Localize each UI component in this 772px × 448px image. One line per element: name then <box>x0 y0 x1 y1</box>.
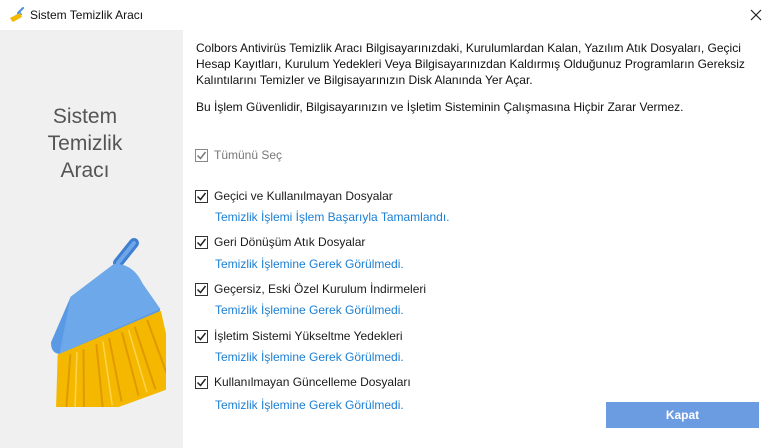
checkbox-label: Geri Dönüşüm Atık Dosyalar <box>214 235 366 249</box>
close-button[interactable]: Kapat <box>606 402 759 428</box>
main-content: Colbors Antivirüs Temizlik Aracı Bilgisa… <box>183 30 772 448</box>
status-text: Temizlik İşlemi İşlem Başarıyla Tamamlan… <box>215 210 450 224</box>
checkmark-icon <box>196 192 207 201</box>
safety-note: Bu İşlem Güvenlidir, Bilgisayarınızın ve… <box>196 100 684 114</box>
checkbox-box[interactable] <box>195 148 208 162</box>
checkbox-label: Geçersiz, Eski Özel Kurulum İndirmeleri <box>214 282 427 296</box>
checkmark-icon <box>196 238 207 247</box>
checkbox-label: Geçici ve Kullanılmayan Dosyalar <box>214 189 393 203</box>
select-all-checkbox[interactable]: Tümünü Seç <box>195 148 282 162</box>
sidebar-heading: Sistem Temizlik Aracı <box>47 105 123 182</box>
checkbox-box[interactable] <box>195 282 208 296</box>
close-icon <box>750 9 762 21</box>
checkbox-box[interactable] <box>195 189 208 203</box>
checkmark-icon <box>196 332 207 341</box>
checkbox-old-installs[interactable]: Geçersiz, Eski Özel Kurulum İndirmeleri <box>195 282 426 296</box>
status-text: Temizlik İşlemine Gerek Görülmedi. <box>215 257 404 271</box>
checkbox-temp-files[interactable]: Geçici ve Kullanılmayan Dosyalar <box>195 189 393 203</box>
status-text: Temizlik İşlemine Gerek Görülmedi. <box>215 398 404 412</box>
title-bar: Sistem Temizlik Aracı <box>0 0 772 30</box>
status-text: Temizlik İşlemine Gerek Görülmedi. <box>215 350 404 364</box>
close-window-button[interactable] <box>740 2 772 28</box>
select-all-label: Tümünü Seç <box>214 148 283 162</box>
checkbox-box[interactable] <box>195 375 208 389</box>
checkmark-icon <box>196 285 207 294</box>
window-title: Sistem Temizlik Aracı <box>30 8 144 22</box>
status-text: Temizlik İşlemine Gerek Görülmedi. <box>215 303 404 317</box>
broom-icon <box>10 7 24 22</box>
checkbox-os-upgrade-backups[interactable]: İşletim Sistemi Yükseltme Yedekleri <box>195 329 403 343</box>
checkbox-recycle-bin[interactable]: Geri Dönüşüm Atık Dosyalar <box>195 235 365 249</box>
description-text: Colbors Antivirüs Temizlik Aracı Bilgisa… <box>196 41 745 87</box>
checkbox-label: İşletim Sistemi Yükseltme Yedekleri <box>214 329 403 343</box>
checkmark-icon <box>196 151 207 160</box>
checkbox-unused-updates[interactable]: Kullanılmayan Güncelleme Dosyaları <box>195 375 411 389</box>
sidebar: Sistem Temizlik Aracı <box>0 30 183 448</box>
checkbox-box[interactable] <box>195 235 208 249</box>
broom-icon <box>51 238 166 407</box>
checkbox-box[interactable] <box>195 329 208 343</box>
checkmark-icon <box>196 378 207 387</box>
checkbox-label: Kullanılmayan Güncelleme Dosyaları <box>214 375 411 389</box>
